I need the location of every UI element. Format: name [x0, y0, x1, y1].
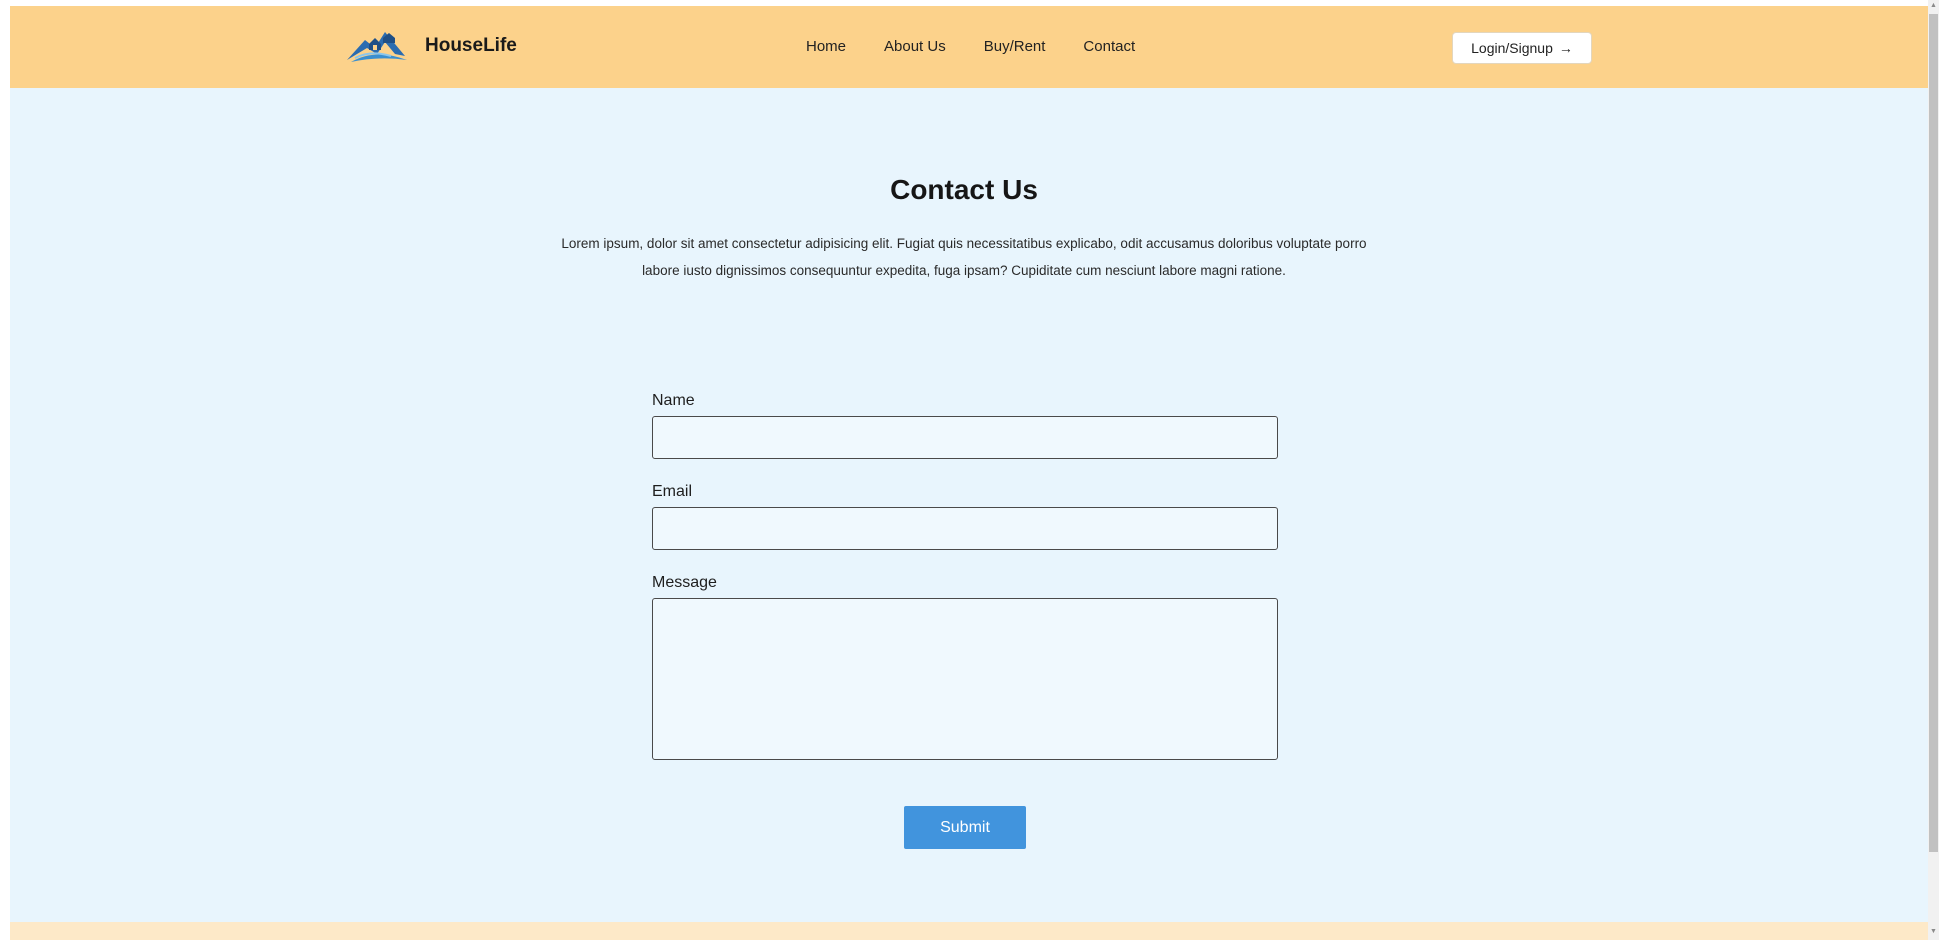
brand-name: HouseLife [425, 35, 517, 56]
submit-button[interactable]: Submit [904, 806, 1026, 849]
arrow-right-icon: → [1558, 40, 1573, 56]
login-signup-button[interactable]: Login/Signup → [1452, 32, 1592, 64]
scroll-up-icon[interactable]: ▲ [1928, 0, 1939, 12]
browser-left-edge [0, 0, 10, 940]
navbar: HouseLife Home About Us Buy/Rent Contact… [10, 6, 1928, 88]
message-textarea[interactable] [652, 598, 1278, 760]
page-viewport: HouseLife Home About Us Buy/Rent Contact… [0, 0, 1928, 940]
nav-item-home: Home [806, 38, 846, 56]
email-label: Email [652, 483, 693, 500]
nav-link-buy-rent[interactable]: Buy/Rent [984, 38, 1046, 55]
message-label: Message [652, 574, 717, 591]
page-title: Contact Us [890, 174, 1038, 205]
brand-link[interactable]: HouseLife [345, 26, 517, 66]
login-signup-label: Login/Signup [1471, 40, 1553, 56]
name-label: Name [652, 392, 695, 409]
name-input[interactable] [652, 416, 1278, 459]
nav-item-about-us: About Us [884, 38, 946, 56]
house-mountain-logo-icon [347, 32, 407, 62]
nav-links: Home About Us Buy/Rent Contact [806, 38, 1135, 56]
nav-link-home[interactable]: Home [806, 38, 846, 55]
footer-edge [10, 922, 1928, 940]
contact-form: Name Email Message [652, 392, 1278, 784]
email-input[interactable] [652, 507, 1278, 550]
nav-link-contact[interactable]: Contact [1083, 38, 1135, 55]
nav-item-contact: Contact [1083, 38, 1135, 56]
nav-link-about-us[interactable]: About Us [884, 38, 946, 55]
vertical-scrollbar[interactable]: ▲ ▼ [1928, 0, 1939, 940]
scrollbar-thumb[interactable] [1929, 14, 1938, 852]
scroll-down-icon[interactable]: ▼ [1928, 926, 1939, 938]
nav-item-buy-rent: Buy/Rent [984, 38, 1046, 56]
intro-text: Lorem ipsum, dolor sit amet consectetur … [561, 236, 1367, 278]
